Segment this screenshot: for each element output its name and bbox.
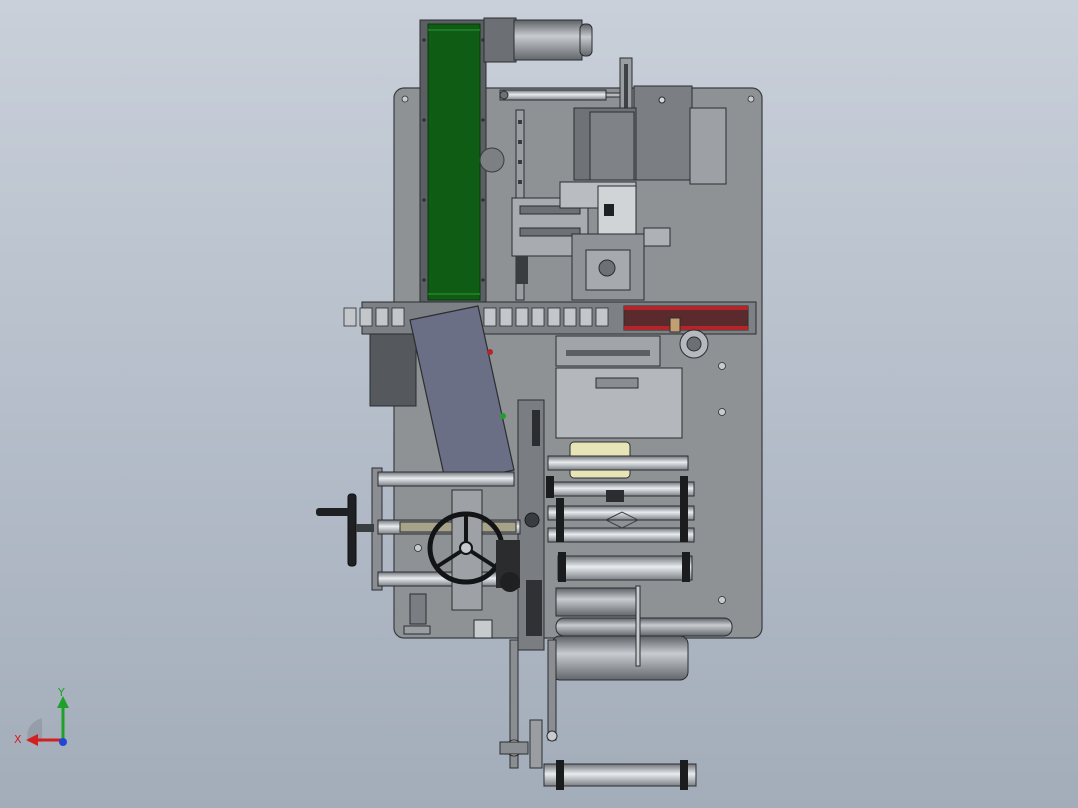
y-axis-label: Y (57, 686, 65, 699)
plate-cutout (479, 147, 505, 173)
chain-slider (669, 317, 681, 333)
side-handwheel (347, 493, 357, 567)
side-motor (369, 333, 417, 407)
axis-triad: Y X (14, 686, 69, 746)
drive-motor (551, 635, 689, 681)
x-axis-label: X (14, 733, 22, 746)
air-cylinder-top (499, 89, 607, 101)
bottom-roller (543, 763, 697, 787)
conveyor-belt (427, 23, 481, 301)
z-axis-dot (59, 738, 67, 746)
conveyor-motor-flange (483, 17, 517, 63)
conveyor-motor (513, 19, 583, 61)
labeling-machine-model[interactable] (0, 0, 1078, 808)
lower-cylinder (555, 587, 639, 617)
cad-viewport[interactable]: Y X (0, 0, 1078, 808)
